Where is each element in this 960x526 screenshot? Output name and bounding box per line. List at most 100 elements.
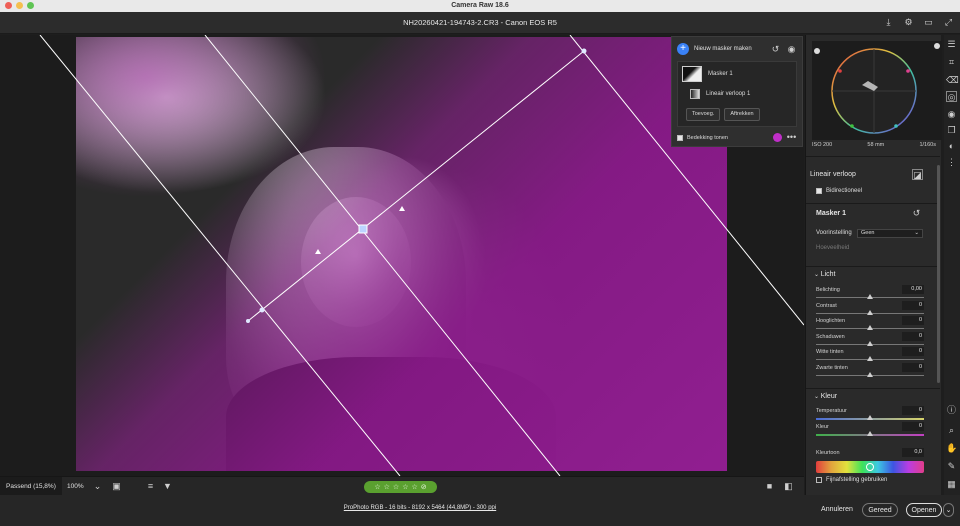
gradient-guide-outer-left[interactable] <box>39 35 401 476</box>
panel-scrollbar[interactable] <box>937 165 940 383</box>
color-wheel-histogram[interactable] <box>812 41 942 140</box>
gear-icon[interactable]: ⚙ <box>903 17 914 28</box>
cancel-button[interactable]: Annuleren <box>816 503 858 517</box>
bidirectional-checkbox[interactable] <box>816 188 822 194</box>
gradient-center-pin[interactable] <box>358 224 368 234</box>
iso-value: ISO 200 <box>812 142 833 148</box>
expand-icon[interactable]: ⤢ <box>943 17 954 28</box>
slider-value[interactable]: 0 <box>902 331 924 341</box>
workflow-options-link[interactable]: ProPhoto RGB - 16 bits - 8192 x 5464 (44… <box>0 505 840 511</box>
slider-value[interactable]: 0 <box>902 300 924 310</box>
chevron-down-icon[interactable]: ⌄ <box>92 481 103 492</box>
image-canvas[interactable]: + Nieuw masker maken ↺ ◉ Masker 1 Lineai… <box>0 35 804 476</box>
temperature-knob[interactable] <box>867 415 873 420</box>
star-icon[interactable]: ☆ <box>402 483 408 491</box>
gradient-handle-start[interactable] <box>259 307 265 313</box>
subtract-mask-button[interactable]: Aftrekken <box>724 108 760 121</box>
eraser-icon[interactable]: ⌫ <box>946 75 959 86</box>
slider-knob[interactable] <box>867 340 873 346</box>
temperature-value[interactable]: 0 <box>902 406 924 415</box>
mask-item[interactable]: Masker 1 <box>682 66 733 82</box>
hue-value[interactable]: 0,0 <box>902 448 924 457</box>
presets-icon[interactable]: ◐ <box>946 141 957 152</box>
fullscreen-icon[interactable]: ▭ <box>923 17 934 28</box>
more-options-icon[interactable]: ••• <box>786 132 797 143</box>
focal-length-value: 58 mm <box>867 142 885 148</box>
hue-knob[interactable] <box>866 463 874 471</box>
star-icon[interactable]: ☆ <box>393 483 399 491</box>
snapshots-icon[interactable]: ❐ <box>946 125 957 136</box>
gradient-axis[interactable] <box>247 50 585 322</box>
add-mask-button[interactable]: Toevoeg. <box>686 108 721 121</box>
mask-list: Masker 1 Lineair verloop 1 Toevoeg. Aftr… <box>677 61 797 127</box>
tint-value[interactable]: 0 <box>902 422 924 431</box>
reject-icon[interactable]: ⊘ <box>421 483 427 491</box>
feather-arrow-icon[interactable] <box>399 206 405 211</box>
eye-icon[interactable]: ◉ <box>786 44 797 55</box>
star-icon[interactable]: ☆ <box>374 483 380 491</box>
slider-knob[interactable] <box>867 294 873 299</box>
reset-mask-icon[interactable]: ↺ <box>911 208 922 219</box>
new-mask-label[interactable]: Nieuw masker maken <box>694 46 765 52</box>
crop-icon[interactable]: ⌗ <box>946 57 957 68</box>
zoom-100-button[interactable]: 100% <box>67 477 84 496</box>
slider-value[interactable]: 0 <box>902 362 924 372</box>
preset-dropdown[interactable]: Geen ⌄ <box>857 229 923 238</box>
mask-component-label: Lineair verloop 1 <box>706 91 751 97</box>
tint-slider[interactable]: Kleur 0 <box>816 422 926 439</box>
hand-icon[interactable]: ✋ <box>946 443 957 454</box>
mask-component-item[interactable]: Lineair verloop 1 <box>690 89 750 99</box>
masking-icon[interactable]: ◎ <box>946 91 957 102</box>
exif-info: ISO 200 58 mm 1/160s <box>812 142 936 148</box>
more-tools-icon[interactable]: ⋮ <box>946 157 957 168</box>
slider-value[interactable]: 0 <box>902 316 924 325</box>
gradient-handle-rotate[interactable] <box>246 319 250 323</box>
color-section-header[interactable]: ⌄ Kleur <box>814 393 942 400</box>
new-mask-button[interactable]: + <box>677 43 689 55</box>
grid-icon[interactable]: ▦ <box>946 479 957 490</box>
color-sampler-icon[interactable]: ✎ <box>946 461 957 472</box>
sort-icon[interactable]: ≡ <box>145 481 156 492</box>
slider-knob[interactable] <box>867 356 873 361</box>
clipping-warning-icon[interactable] <box>934 43 940 49</box>
fine-tune-row: Fijnafstelling gebruiken <box>816 477 944 483</box>
clipping-warning-icon[interactable] <box>814 48 820 54</box>
open-options-button[interactable]: ⌄ <box>943 503 954 517</box>
wheel-marker-green <box>850 124 854 128</box>
edit-sliders-icon[interactable]: ☰ <box>946 39 957 50</box>
tint-knob[interactable] <box>867 431 873 436</box>
save-icon[interactable]: ⤓ <box>883 17 894 28</box>
star-icon[interactable]: ☆ <box>411 483 417 491</box>
zoom-fit-button[interactable]: Passend (15,8%) <box>0 477 62 496</box>
temperature-slider[interactable]: Temperatuur 0 <box>816 406 926 423</box>
show-overlay-checkbox[interactable] <box>677 134 683 141</box>
gradient-guide-center[interactable] <box>204 35 561 476</box>
mask-thumbnail <box>682 66 702 82</box>
red-eye-icon[interactable]: ◉ <box>946 109 957 120</box>
single-view-icon[interactable]: ■ <box>764 481 775 492</box>
reset-icon[interactable]: ↺ <box>770 44 781 55</box>
chevron-down-icon: ⌄ <box>914 230 919 236</box>
feather-arrow-icon[interactable] <box>315 249 321 254</box>
overlay-color-swatch[interactable] <box>773 133 782 142</box>
before-after-icon[interactable]: ▣ <box>111 481 122 492</box>
star-icon[interactable]: ☆ <box>384 483 390 491</box>
light-section-header[interactable]: ⌄ Licht <box>814 271 942 278</box>
color-wheel[interactable] <box>812 41 942 140</box>
fine-tune-checkbox[interactable] <box>816 477 822 483</box>
filter-icon[interactable]: ▼ <box>162 481 173 492</box>
open-button[interactable]: Openen <box>906 503 942 517</box>
compare-view-icon[interactable]: ◧ <box>783 481 794 492</box>
invert-icon[interactable]: ◪ <box>912 169 923 180</box>
slider-knob[interactable] <box>867 309 873 315</box>
slider-knob[interactable] <box>867 325 873 330</box>
gradient-handle-end[interactable] <box>581 48 587 54</box>
light-slider[interactable]: Zwarte tinten 0 <box>816 362 926 380</box>
done-button[interactable]: Gereed <box>862 503 898 517</box>
slider-value[interactable]: 0 <box>902 347 924 356</box>
zoom-icon[interactable]: ⌕ <box>946 425 957 436</box>
star-rating[interactable]: ☆ ☆ ☆ ☆ ☆ ⊘ <box>364 481 437 493</box>
slider-knob[interactable] <box>867 371 873 377</box>
slider-value[interactable]: 0,00 <box>902 285 924 294</box>
info-icon[interactable]: ⓘ <box>946 405 957 416</box>
